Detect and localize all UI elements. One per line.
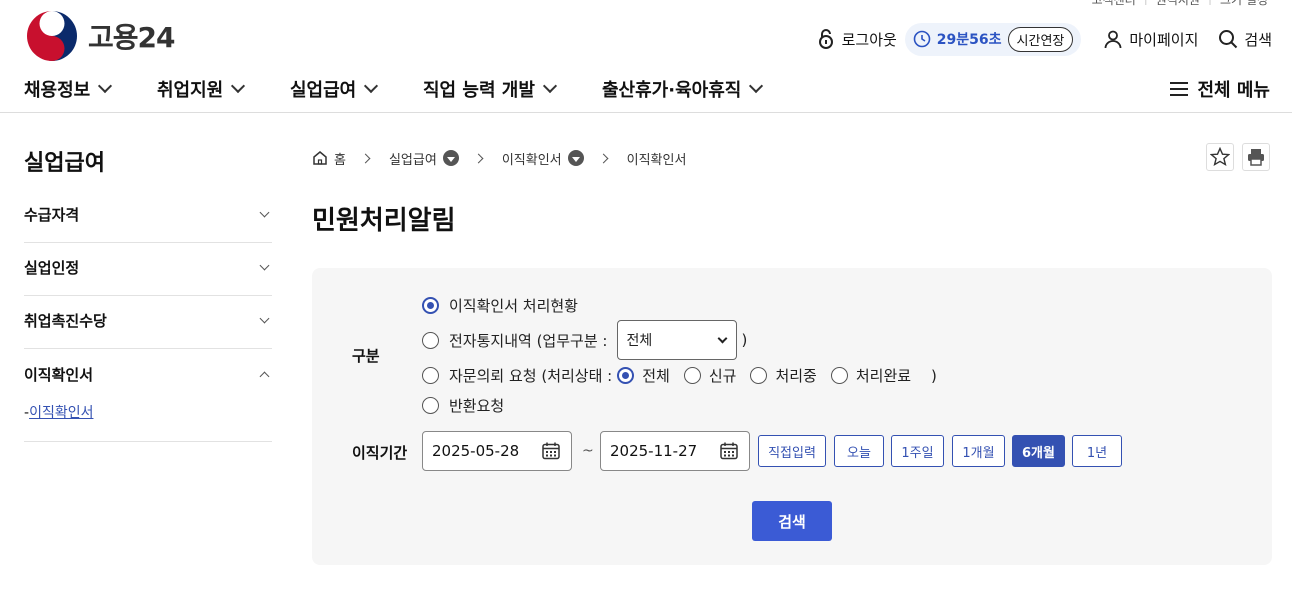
period-6months-button[interactable]: 6개월 (1012, 435, 1065, 467)
user-icon (1104, 30, 1122, 49)
logout-button[interactable]: 로그아웃 (816, 28, 897, 50)
gnb-item-skill-development[interactable]: 직업 능력 개발 (423, 76, 557, 102)
sidebar-title: 실업급여 (24, 151, 105, 176)
chevron-down-icon (231, 78, 246, 94)
util-size-setting[interactable]: 크기 설정 (1220, 0, 1268, 8)
option-electronic-notice[interactable]: 전자통지내역 (업무구분 : 전체 ) (422, 320, 747, 360)
period-label: 이직기간 (352, 444, 408, 462)
gnb-item-jobs[interactable]: 채용정보 (24, 76, 113, 102)
sidebar-item-separation-certificate[interactable]: 이직확인서 (24, 349, 272, 402)
all-menu-label: 전체 메뉴 (1197, 80, 1270, 101)
sidebar-item-recognition[interactable]: 실업인정 (24, 243, 272, 296)
breadcrumb-unemployment-benefit[interactable]: 실업급여 (389, 149, 459, 168)
date-from-input[interactable]: 2025-05-28 (422, 431, 572, 471)
period-today-button[interactable]: 오늘 (834, 435, 884, 467)
status-options: 전체 신규 처리중 처리완료 (617, 365, 911, 386)
util-customer-center[interactable]: 고객센터 (1092, 0, 1136, 8)
lock-icon (818, 29, 833, 49)
logout-label: 로그아웃 (841, 30, 897, 49)
chevron-down-icon (364, 78, 379, 94)
chevron-up-icon (259, 371, 270, 381)
extend-session-button[interactable]: 시간연장 (1007, 26, 1074, 52)
calendar-icon[interactable] (719, 441, 739, 461)
breadcrumb-separation-certificate[interactable]: 이직확인서 (502, 149, 584, 168)
logo-text: 고용24 (88, 21, 175, 54)
site-logo[interactable]: 고용24 (26, 10, 175, 62)
all-menu-button[interactable]: 전체 메뉴 (1169, 76, 1270, 102)
calendar-icon[interactable] (541, 441, 561, 461)
search-link[interactable]: 검색 (1218, 29, 1272, 50)
timer-remaining: 29분56초 (936, 32, 1002, 48)
gnb-item-parental-leave[interactable]: 출산휴가·육아휴직 (602, 76, 764, 102)
sidebar-item-reemployment-allowance[interactable]: 취업촉진수당 (24, 296, 272, 349)
mypage-label: 마이페이지 (1129, 30, 1199, 49)
chevron-down-icon (542, 78, 557, 94)
radio-status-completed[interactable] (830, 367, 848, 384)
page-title: 민원처리알림 (312, 206, 456, 236)
radio-separation-status[interactable] (422, 297, 439, 314)
chevron-down-icon (98, 78, 113, 94)
taegeuk-logo-icon (27, 11, 77, 61)
print-button[interactable] (1242, 143, 1270, 171)
sidebar-subitem: -이직확인서 (24, 402, 272, 442)
hamburger-icon (1170, 82, 1189, 96)
option-separation-status[interactable]: 이직확인서 처리현황 (422, 295, 578, 316)
page-tools (1206, 143, 1270, 171)
radio-status-new[interactable] (683, 367, 701, 384)
home-icon (313, 151, 327, 165)
star-icon (1210, 147, 1230, 167)
sidebar-subitem-separation-certificate[interactable]: 이직확인서 (29, 405, 93, 421)
breadcrumb-separator-icon (598, 153, 609, 163)
clock-icon (913, 30, 931, 48)
dropdown-icon[interactable] (442, 150, 459, 166)
dropdown-icon[interactable] (567, 150, 584, 166)
radio-status-processing[interactable] (750, 367, 768, 384)
gnb-item-employment-support[interactable]: 취업지원 (157, 76, 246, 102)
option-advisory-request[interactable]: 자문의뢰 요청 (처리상태 : 전체 신규 처리중 처리완료 ) (422, 365, 937, 386)
sidebar-item-eligibility[interactable]: 수급자격 (24, 190, 272, 243)
chevron-down-icon (718, 333, 728, 343)
period-direct-input-button[interactable]: 직접입력 (758, 435, 826, 467)
breadcrumb: 홈 실업급여 이직확인서 이직확인서 (312, 148, 686, 168)
search-button[interactable]: 검색 (752, 501, 832, 541)
breadcrumb-current: 이직확인서 (626, 152, 687, 168)
chevron-down-icon (749, 78, 764, 94)
radio-advisory-request[interactable] (422, 367, 439, 384)
utility-links: 고객센터| 원격지원| 크기 설정 (1092, 0, 1268, 8)
radio-return-request[interactable] (422, 397, 439, 414)
chevron-down-icon (259, 207, 270, 218)
gnb-item-unemployment-benefit[interactable]: 실업급여 (290, 76, 379, 102)
business-type-select[interactable]: 전체 (617, 320, 738, 360)
breadcrumb-home[interactable]: 홈 (312, 149, 346, 168)
printer-icon (1248, 149, 1264, 166)
breadcrumb-separator-icon (473, 153, 484, 163)
period-1month-button[interactable]: 1개월 (952, 435, 1005, 467)
option-return-request[interactable]: 반환요청 (422, 395, 504, 416)
session-timer: 29분56초 시간연장 (904, 22, 1082, 56)
chevron-down-icon (259, 313, 270, 324)
breadcrumb-separator-icon (360, 153, 371, 163)
radio-status-all[interactable] (617, 367, 635, 384)
category-label: 구분 (352, 347, 380, 365)
header-utility: 로그아웃 29분56초 시간연장 마이페이지 검색 (816, 22, 1272, 56)
search-label: 검색 (1244, 30, 1272, 49)
favorite-button[interactable] (1206, 143, 1234, 171)
sidebar-menu: 수급자격 실업인정 취업촉진수당 이직확인서 -이직확인서 (24, 190, 272, 442)
radio-electronic-notice[interactable] (422, 331, 439, 349)
period-1year-button[interactable]: 1년 (1072, 435, 1122, 467)
date-range-separator: ~ (582, 443, 594, 459)
mypage-link[interactable]: 마이페이지 (1103, 29, 1198, 50)
search-form: 구분 이직확인서 처리현황 전자통지내역 (업무구분 : 전체 ) 자문의뢰 요… (312, 268, 1272, 565)
global-nav: 채용정보 취업지원 실업급여 직업 능력 개발 출산휴가·육아휴직 전체 메뉴 (0, 68, 1292, 113)
date-to-input[interactable]: 2025-11-27 (600, 431, 750, 471)
period-1week-button[interactable]: 1주일 (891, 435, 944, 467)
search-icon (1219, 30, 1238, 49)
chevron-down-icon (259, 260, 270, 271)
util-remote-support[interactable]: 원격지원 (1156, 0, 1200, 8)
